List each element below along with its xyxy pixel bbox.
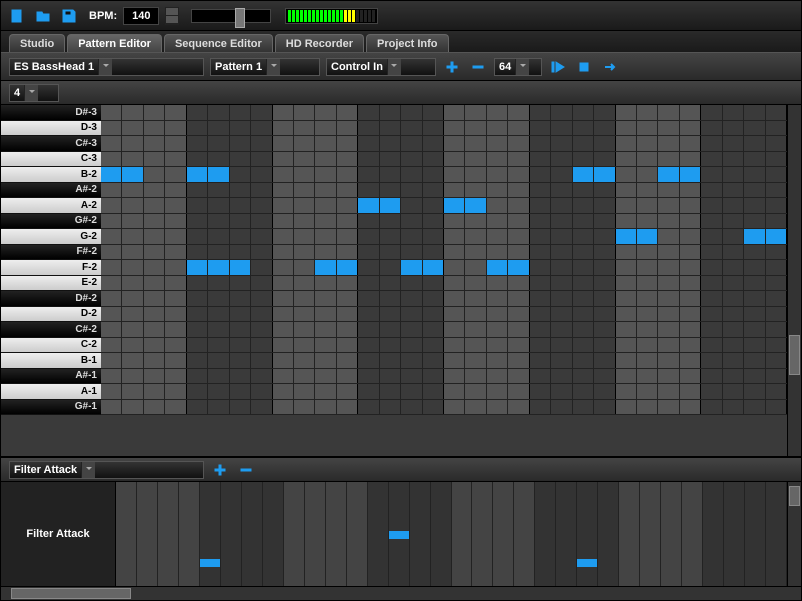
note-row[interactable] <box>101 245 787 261</box>
piano-key[interactable]: G#-2 <box>1 214 101 230</box>
piano-key[interactable]: D#-3 <box>1 105 101 121</box>
piano-key[interactable]: B-1 <box>1 353 101 369</box>
tab-project-info[interactable]: Project Info <box>366 34 449 52</box>
note-row[interactable] <box>101 183 787 199</box>
top-toolbar: BPM: 140 <box>1 1 801 31</box>
minus-icon[interactable] <box>468 58 488 76</box>
note-row[interactable] <box>101 167 787 183</box>
piano-key[interactable]: C-3 <box>1 152 101 168</box>
app-root: BPM: 140 StudioPattern EditorSequence Ed… <box>0 0 802 601</box>
stop-icon[interactable] <box>574 58 594 76</box>
level-meter <box>285 8 378 24</box>
piano-key[interactable]: G#-1 <box>1 400 101 416</box>
note-row[interactable] <box>101 369 787 385</box>
ctrl-plus-icon[interactable] <box>210 461 230 479</box>
note-row[interactable] <box>101 229 787 245</box>
new-file-icon[interactable] <box>7 6 27 26</box>
controller-select[interactable]: Filter Attack <box>9 461 204 479</box>
note-row[interactable] <box>101 121 787 137</box>
piano-key[interactable]: A#-1 <box>1 369 101 385</box>
note-row[interactable] <box>101 353 787 369</box>
open-file-icon[interactable] <box>33 6 53 26</box>
note-row[interactable] <box>101 214 787 230</box>
bpm-label: BPM: <box>89 10 117 22</box>
piano-key[interactable]: A-1 <box>1 384 101 400</box>
piano-key[interactable]: C#-2 <box>1 322 101 338</box>
note-row[interactable] <box>101 400 787 416</box>
horizontal-scrollbar[interactable] <box>1 586 801 600</box>
controller-label: Filter Attack <box>1 482 116 586</box>
note-row[interactable] <box>101 136 787 152</box>
bpm-value[interactable]: 140 <box>123 7 159 25</box>
piano-key[interactable]: D-3 <box>1 121 101 137</box>
note-row[interactable] <box>101 307 787 323</box>
piano-key[interactable]: A#-2 <box>1 183 101 199</box>
ctrl-minus-icon[interactable] <box>236 461 256 479</box>
note-row[interactable] <box>101 338 787 354</box>
controller-toolbar: Filter Attack <box>1 458 801 482</box>
vertical-scrollbar[interactable] <box>787 105 801 456</box>
instrument-select[interactable]: ES BassHead 1 <box>9 58 204 76</box>
note-row[interactable] <box>101 322 787 338</box>
play-icon[interactable] <box>548 58 568 76</box>
piano-key[interactable]: B-2 <box>1 167 101 183</box>
pattern-select[interactable]: Pattern 1 <box>210 58 320 76</box>
piano-key[interactable]: A-2 <box>1 198 101 214</box>
volume-slider[interactable] <box>191 9 271 23</box>
note-row[interactable] <box>101 291 787 307</box>
piano-roll: D#-3D-3C#-3C-3B-2A#-2A-2G#-2G-2F#-2F-2E-… <box>1 105 801 456</box>
note-row[interactable] <box>101 384 787 400</box>
control-type-select[interactable]: Control In <box>326 58 436 76</box>
zoom-bar: 4 <box>1 81 801 105</box>
tab-studio[interactable]: Studio <box>9 34 65 52</box>
plus-icon[interactable] <box>442 58 462 76</box>
piano-key[interactable]: C-2 <box>1 338 101 354</box>
piano-key[interactable]: D-2 <box>1 307 101 323</box>
note-row[interactable] <box>101 105 787 121</box>
note-row[interactable] <box>101 276 787 292</box>
note-row[interactable] <box>101 260 787 276</box>
bpm-spinner[interactable] <box>165 7 179 25</box>
piano-key[interactable]: F#-2 <box>1 245 101 261</box>
note-row[interactable] <box>101 198 787 214</box>
zoom-select[interactable]: 4 <box>9 84 59 102</box>
loop-icon[interactable] <box>600 58 620 76</box>
piano-key[interactable]: D#-2 <box>1 291 101 307</box>
piano-key[interactable]: G-2 <box>1 229 101 245</box>
note-row[interactable] <box>101 152 787 168</box>
piano-key[interactable]: E-2 <box>1 276 101 292</box>
pattern-toolbar: ES BassHead 1 Pattern 1 Control In 64 <box>1 53 801 81</box>
tab-hd-recorder[interactable]: HD Recorder <box>275 34 364 52</box>
tab-bar: StudioPattern EditorSequence EditorHD Re… <box>1 31 801 53</box>
tab-pattern-editor[interactable]: Pattern Editor <box>67 34 162 52</box>
steps-select[interactable]: 64 <box>494 58 542 76</box>
piano-key[interactable]: C#-3 <box>1 136 101 152</box>
tab-sequence-editor[interactable]: Sequence Editor <box>164 34 273 52</box>
piano-key[interactable]: F-2 <box>1 260 101 276</box>
ctrl-vertical-scrollbar[interactable] <box>787 482 801 586</box>
controller-grid[interactable] <box>116 482 787 586</box>
controller-section: Filter Attack Filter Attack <box>1 456 801 586</box>
save-file-icon[interactable] <box>59 6 79 26</box>
